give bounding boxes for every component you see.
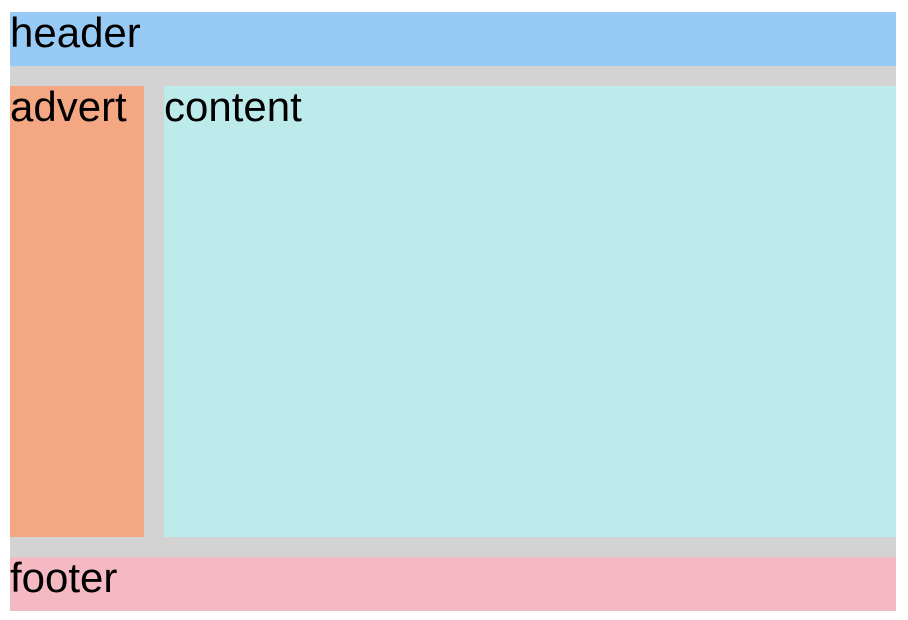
footer-label: footer [10, 557, 118, 601]
header-region: header [10, 12, 896, 66]
advert-label: advert [10, 86, 127, 130]
footer-region: footer [10, 557, 896, 611]
content-label: content [164, 86, 302, 130]
header-label: header [10, 12, 141, 56]
grid-wrapper: header advert content footer [10, 12, 896, 611]
advert-region: advert [10, 86, 144, 537]
content-region: content [164, 86, 896, 537]
